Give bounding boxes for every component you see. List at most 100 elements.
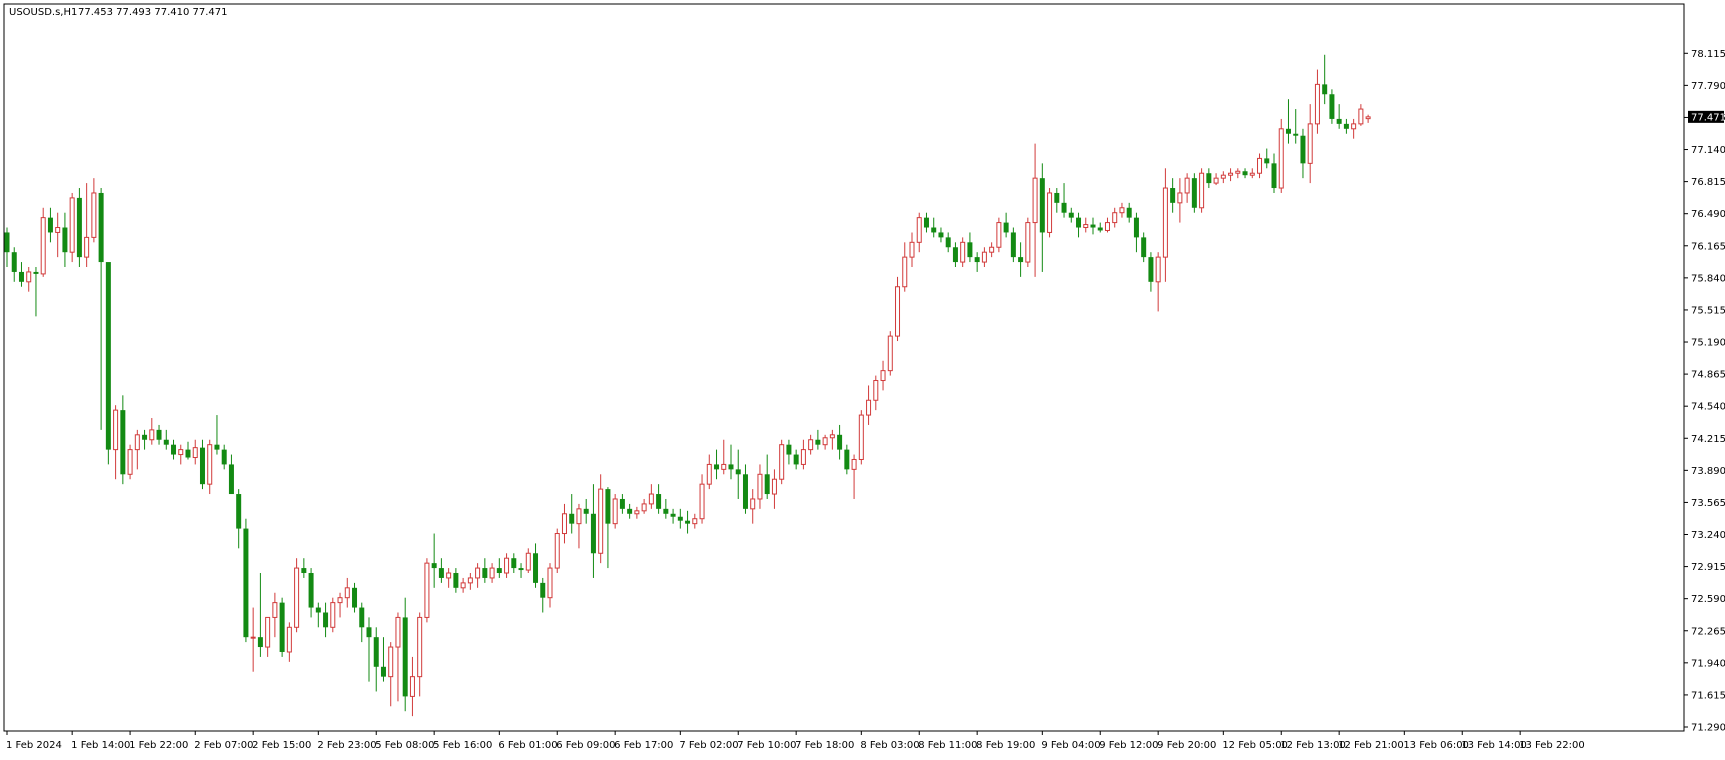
candle-body <box>663 508 669 514</box>
candle <box>243 518 249 643</box>
candle-body <box>417 616 423 678</box>
x-tick-label: 9 Feb 04:00 <box>1041 740 1100 751</box>
y-tick-label: 75.190 <box>1691 338 1725 349</box>
candle-body <box>1257 157 1263 174</box>
candle <box>1278 118 1284 193</box>
candle-body <box>757 473 763 500</box>
candle-body <box>185 449 191 458</box>
candle-body <box>648 493 654 505</box>
candle <box>612 494 618 529</box>
candle-body <box>1097 227 1103 231</box>
candle-body <box>250 636 256 639</box>
y-tick-label: 74.865 <box>1691 370 1725 381</box>
candle-body <box>431 563 437 569</box>
candle-body <box>26 271 32 283</box>
candle-body <box>207 444 213 485</box>
candle-body <box>1285 128 1291 134</box>
candle-body <box>243 528 249 638</box>
candle <box>1191 173 1197 213</box>
candle-body <box>1061 202 1067 213</box>
y-tick-label: 78.115 <box>1691 49 1725 60</box>
candle-body <box>1068 212 1074 218</box>
candle-body <box>1322 84 1328 95</box>
y-tick-label: 73.240 <box>1691 530 1725 541</box>
candle <box>1010 227 1016 263</box>
candle-body <box>460 582 466 589</box>
candle <box>105 262 111 465</box>
candle-body <box>1133 217 1139 238</box>
candle-body <box>1351 123 1357 130</box>
candle-body <box>1249 172 1255 176</box>
candle <box>895 276 901 342</box>
x-tick-label: 8 Feb 11:00 <box>918 740 977 751</box>
y-tick-label: 76.815 <box>1691 177 1725 188</box>
candle-body <box>142 434 148 440</box>
candle-body <box>482 568 488 578</box>
candle <box>76 188 82 267</box>
x-tick-label: 6 Feb 09:00 <box>556 740 615 751</box>
candle <box>40 207 46 277</box>
candle-body <box>1213 177 1219 184</box>
candle-body <box>388 646 394 678</box>
candlestick-chart[interactable]: 78.11577.79077.46577.14076.81576.49076.1… <box>0 0 1725 756</box>
candle-body <box>829 434 835 439</box>
candle-body <box>308 573 314 608</box>
candle-body <box>214 444 220 450</box>
candle-body <box>815 439 821 445</box>
candle-body <box>880 370 886 382</box>
candle <box>779 439 785 485</box>
candle-body <box>134 434 140 451</box>
candle-body <box>952 247 958 263</box>
candle-body <box>989 246 995 253</box>
x-tick-label: 1 Feb 2024 <box>6 740 62 751</box>
candle-body <box>561 513 567 535</box>
candle <box>858 410 864 465</box>
x-tick-label: 13 Feb 22:00 <box>1519 740 1585 751</box>
x-tick-label: 1 Feb 22:00 <box>129 740 188 751</box>
candle-body <box>981 251 987 263</box>
candle-body <box>1199 172 1205 209</box>
candle-body <box>1358 108 1364 125</box>
candle-body <box>402 617 408 697</box>
candle-body <box>467 577 473 584</box>
x-tick-label: 5 Feb 16:00 <box>433 740 492 751</box>
candle-body <box>1032 177 1038 224</box>
x-tick-label: 12 Feb 05:00 <box>1222 740 1288 751</box>
y-tick-label: 74.215 <box>1691 434 1725 445</box>
candle-body <box>1329 94 1335 119</box>
x-tick-label: 1 Feb 14:00 <box>71 740 130 751</box>
candle-body <box>76 197 82 258</box>
candle-body <box>895 286 901 337</box>
candle-body <box>1206 173 1212 184</box>
candle-body <box>294 567 300 628</box>
y-tick-label: 77.140 <box>1691 145 1725 156</box>
candle-body <box>1271 163 1277 189</box>
candle-body <box>337 597 343 604</box>
candle-body <box>47 217 53 233</box>
candle-body <box>373 637 379 667</box>
y-tick-label: 71.940 <box>1691 658 1725 669</box>
candle-body <box>670 513 676 517</box>
x-tick-label: 7 Feb 02:00 <box>679 740 738 751</box>
candle-body <box>902 256 908 288</box>
candle-body <box>851 458 857 470</box>
candle-body <box>706 463 712 485</box>
candle-body <box>62 227 68 253</box>
candle-body <box>409 676 415 697</box>
candle-body <box>496 568 502 574</box>
candle-body <box>750 498 756 510</box>
candle-body <box>199 447 205 485</box>
candle-body <box>779 444 785 480</box>
candle-body <box>583 508 589 514</box>
candle <box>127 444 133 480</box>
candle-body <box>699 483 705 520</box>
chart-container[interactable]: 78.11577.79077.46577.14076.81576.49076.1… <box>0 0 1725 756</box>
candle-body <box>967 242 973 258</box>
candle-body <box>1104 222 1110 231</box>
candle-body <box>873 380 879 401</box>
candle-body <box>40 217 46 275</box>
candle-body <box>1047 192 1053 233</box>
candle <box>1199 168 1205 213</box>
candle-body <box>11 252 17 272</box>
candle <box>294 558 300 633</box>
